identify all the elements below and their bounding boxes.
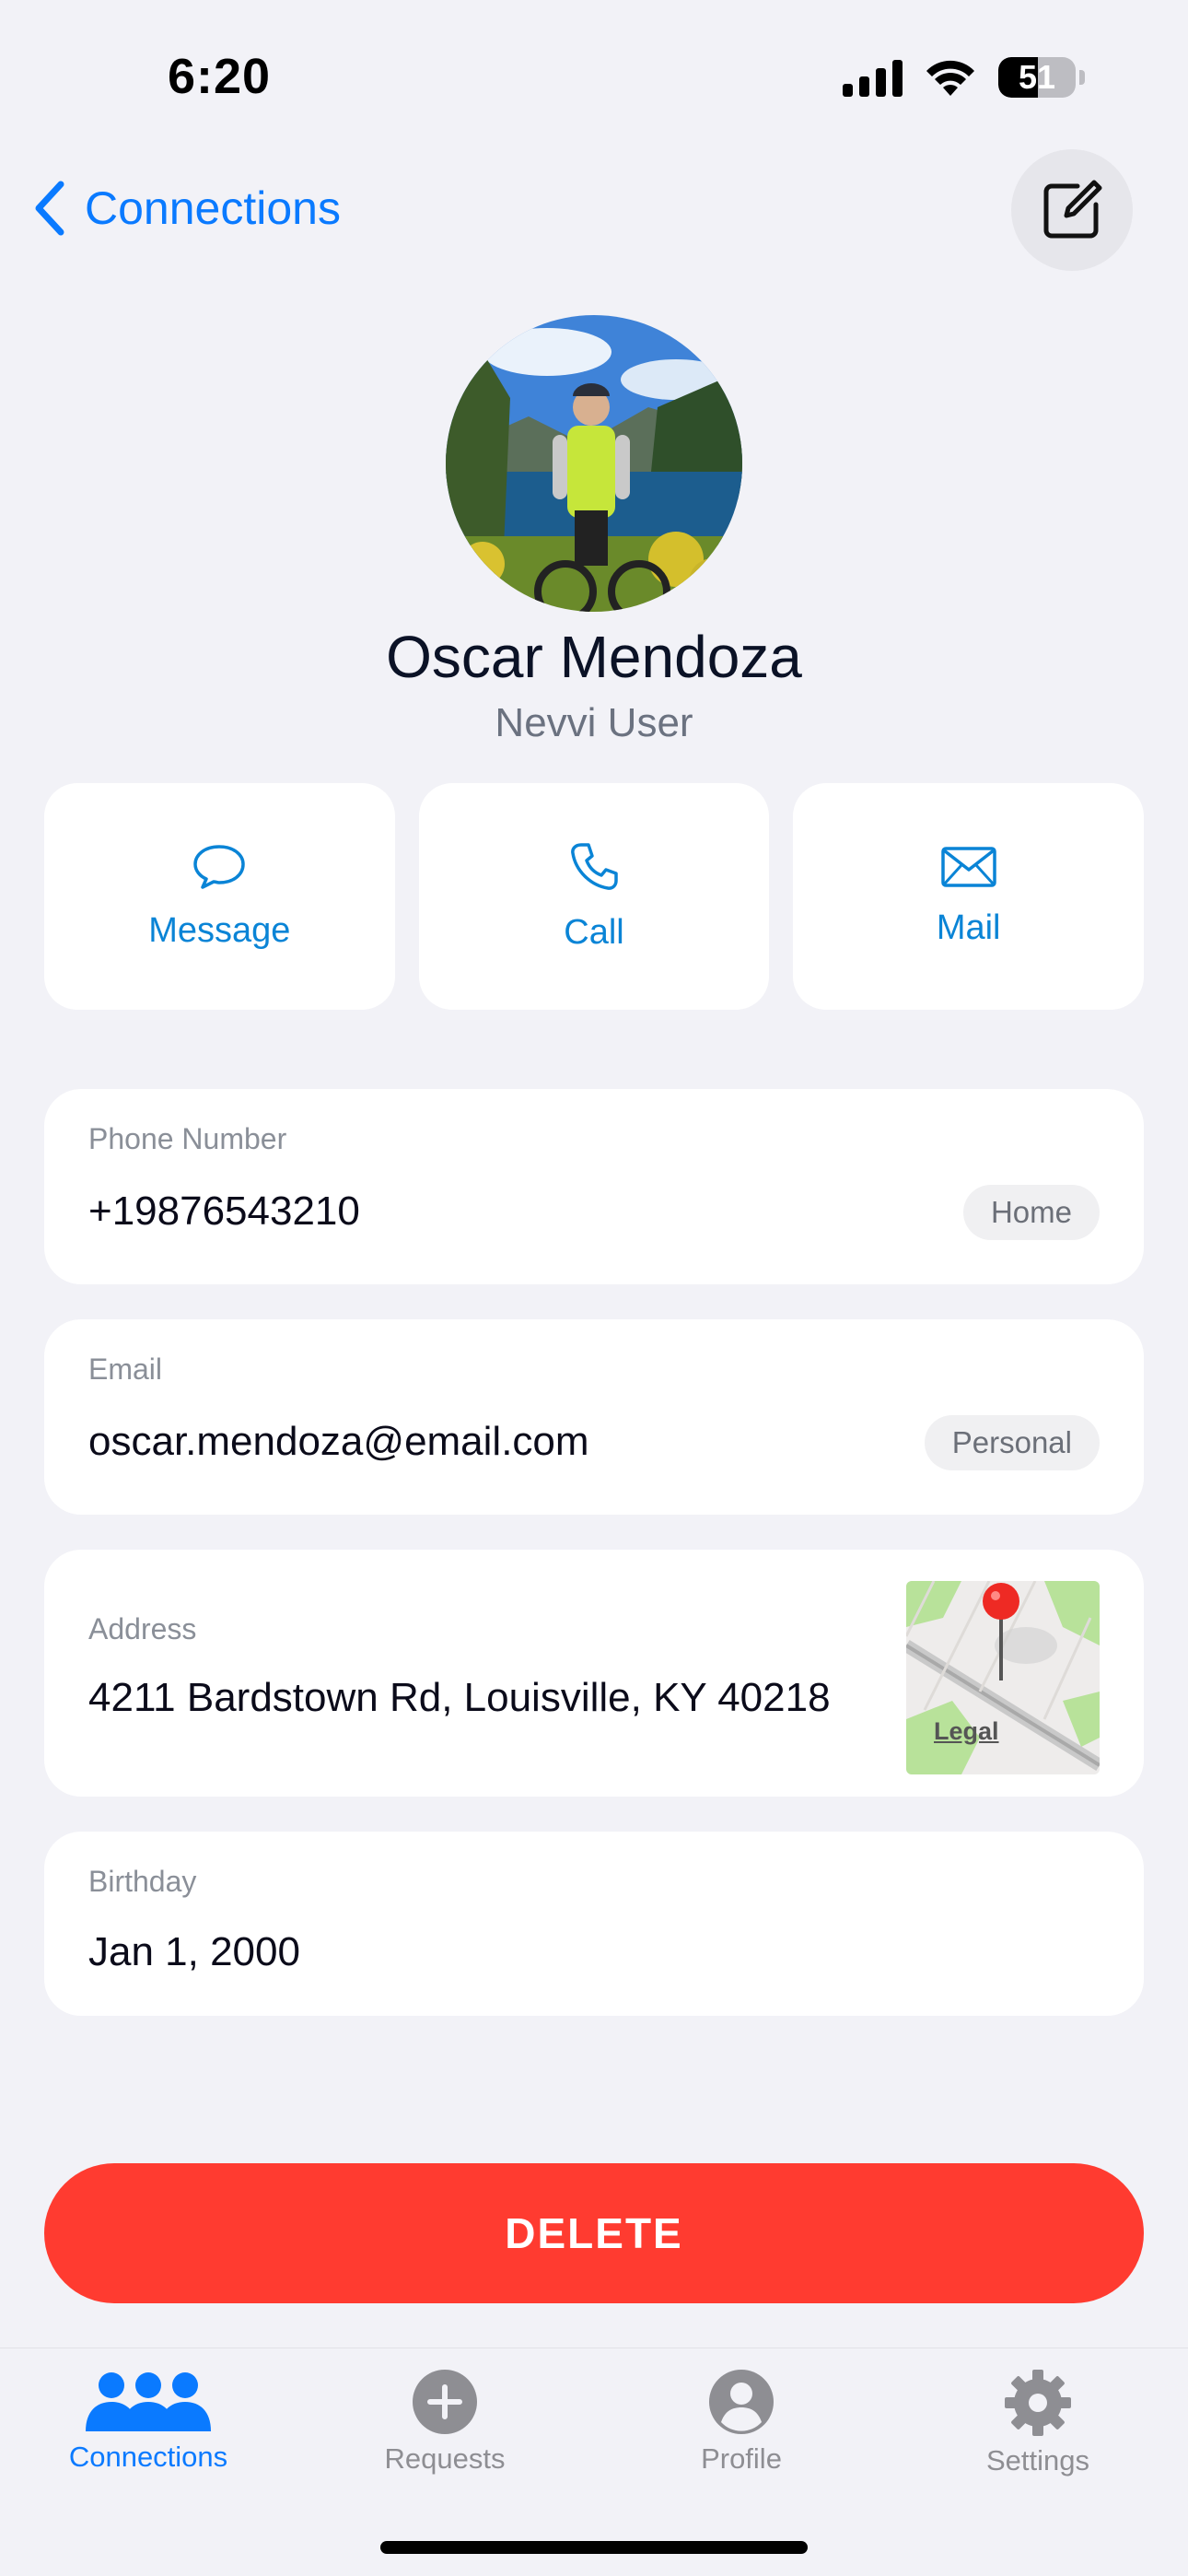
delete-label: DELETE [505,2209,683,2257]
contact-subtitle: Nevvi User [495,700,693,745]
tab-settings[interactable]: Settings [890,2369,1186,2477]
call-button[interactable]: Call [418,783,770,1010]
tab-requests[interactable]: Requests [297,2369,593,2476]
tab-requests-label: Requests [384,2442,506,2475]
contact-detail-screen: 6:20 51 Connections Oscar Mendoza Nevvi … [0,0,1188,2576]
address-card[interactable]: Address 4211 Bardstown Rd, Louisville, K… [44,1550,1144,1797]
birthday-card[interactable]: Birthday Jan 1, 2000 [44,1832,1144,2016]
tab-profile[interactable]: Profile [593,2369,890,2476]
contact-name: Oscar Mendoza [386,624,802,690]
phone-label: Phone Number [88,1122,287,1155]
wifi-icon [926,60,974,96]
people-icon [86,2372,211,2431]
battery-icon: 51 [998,57,1076,98]
address-map-thumbnail[interactable]: Legal [906,1581,1100,1774]
home-indicator[interactable] [380,2541,808,2554]
back-label: Connections [85,182,341,234]
email-label: Email [88,1352,163,1386]
envelope-icon [940,846,996,887]
phone-card[interactable]: Phone Number +19876543210 Home [44,1089,1144,1284]
email-card[interactable]: Email oscar.mendoza@email.com Personal [44,1319,1144,1515]
message-button[interactable]: Message [44,783,395,1010]
birthday-value: Jan 1, 2000 [88,1929,300,1974]
tab-settings-label: Settings [985,2444,1089,2476]
edit-contact-button[interactable] [1011,149,1133,271]
battery-percent: 51 [1018,58,1056,96]
message-bubble-icon [193,844,246,889]
phone-icon [571,842,618,890]
back-button[interactable]: Connections [33,181,341,236]
email-value: oscar.mendoza@email.com [88,1419,589,1464]
address-value: 4211 Bardstown Rd, Louisville, KY 40218 [88,1675,831,1720]
cellular-signal-icon [843,58,903,97]
birthday-label: Birthday [88,1865,197,1898]
chevron-left-icon [35,181,64,236]
mail-label: Mail [936,907,1001,947]
contact-avatar [446,315,742,612]
tab-connections[interactable]: Connections [0,2369,297,2474]
gear-icon [1005,2370,1071,2436]
map-legal-link[interactable]: Legal [934,1717,999,1746]
status-icons: 51 [843,57,1085,98]
compose-edit-icon [1043,180,1102,239]
phone-type-badge: Home [962,1185,1100,1240]
quick-actions: Message Call Mail [44,783,1145,1010]
plus-circle-icon [413,2370,477,2434]
status-time: 6:20 [168,49,272,104]
mail-button[interactable]: Mail [793,783,1145,1010]
delete-button[interactable]: DELETE [44,2163,1144,2303]
email-type-badge: Personal [924,1415,1100,1470]
tab-profile-label: Profile [701,2442,782,2475]
address-label: Address [88,1612,197,1645]
phone-value: +19876543210 [88,1188,360,1234]
call-label: Call [564,912,624,952]
tab-connections-label: Connections [68,2441,228,2473]
person-circle-icon [709,2370,774,2434]
message-label: Message [148,910,291,950]
battery-cap [1079,70,1085,85]
